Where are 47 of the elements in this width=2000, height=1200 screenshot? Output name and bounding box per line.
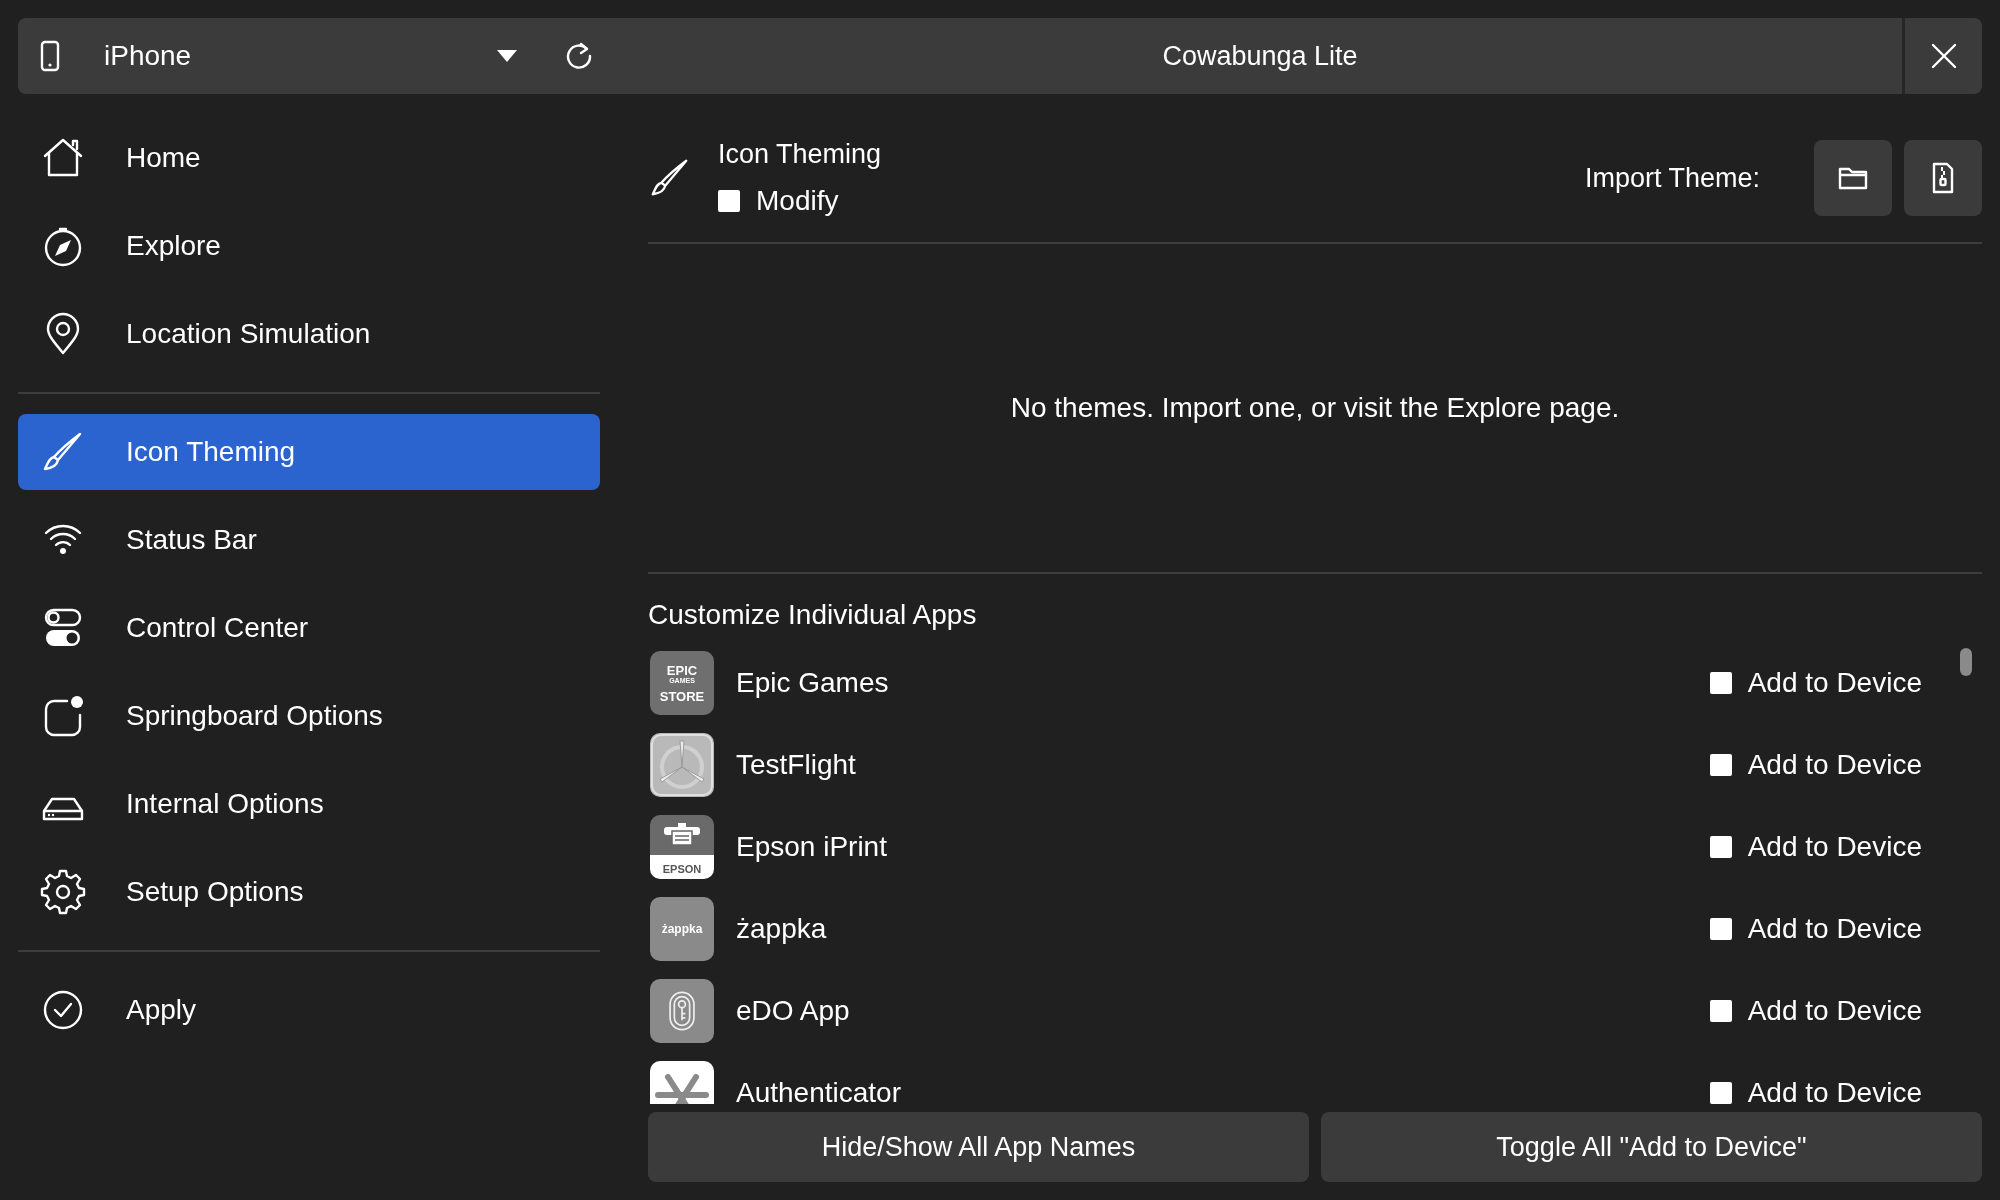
sidebar-item[interactable]: Status Bar bbox=[18, 502, 600, 578]
sidebar-item[interactable]: Icon Theming bbox=[18, 414, 600, 490]
app-name: eDO App bbox=[736, 994, 850, 1028]
zip-file-icon bbox=[1931, 162, 1955, 194]
icon-text: EPSON bbox=[662, 864, 702, 875]
sidebar-item[interactable]: Explore bbox=[18, 208, 600, 284]
add-to-device-checkbox[interactable]: Add to Device bbox=[1709, 908, 1922, 950]
action-button[interactable]: Hide/Show All App Names bbox=[648, 1112, 1309, 1182]
refresh-icon bbox=[564, 41, 594, 71]
phone-icon bbox=[40, 40, 60, 72]
add-to-device-checkbox[interactable]: Add to Device bbox=[1709, 826, 1922, 868]
icon-text: EPIC bbox=[666, 663, 698, 677]
folder-icon bbox=[1838, 165, 1868, 191]
scrollbar-thumb[interactable] bbox=[1960, 648, 1972, 676]
add-to-device-checkbox[interactable]: Add to Device bbox=[1709, 662, 1922, 704]
window-title: Cowabunga Lite bbox=[618, 18, 1905, 94]
device-dropdown[interactable]: iPhone bbox=[18, 18, 540, 94]
add-to-device-checkbox[interactable]: Add to Device bbox=[1709, 744, 1922, 786]
modify-checkbox[interactable]: Modify bbox=[718, 180, 882, 223]
add-to-device-checkbox[interactable]: Add to Device bbox=[1709, 1072, 1922, 1104]
app-name: Epson iPrint bbox=[736, 830, 887, 864]
sidebar-item[interactable]: Internal Options bbox=[18, 766, 600, 842]
add-to-device-checkbox[interactable]: Add to Device bbox=[1709, 990, 1922, 1032]
sidebar-item[interactable]: Setup Options bbox=[18, 854, 600, 930]
app-name: Authenticator bbox=[736, 1076, 901, 1104]
app-name: TestFlight bbox=[736, 748, 856, 782]
caret-down-icon bbox=[496, 49, 518, 63]
import-theme-label: Import Theme: bbox=[1584, 161, 1760, 195]
page-title: Icon Theming bbox=[718, 137, 882, 171]
sidebar-item[interactable]: Home bbox=[18, 120, 600, 196]
icon-text: STORE bbox=[659, 689, 705, 703]
sidebar-item[interactable]: Location Simulation bbox=[18, 296, 600, 372]
import-zip-button[interactable] bbox=[1904, 140, 1982, 216]
testflight-app-icon bbox=[650, 733, 714, 797]
sidebar-item[interactable]: Springboard Options bbox=[18, 678, 600, 754]
empty-message: No themes. Import one, or visit the Explore page. bbox=[648, 244, 1982, 574]
settings-icon bbox=[40, 869, 86, 915]
printer-drawing bbox=[662, 821, 702, 847]
sidebar-item[interactable]: Control Center bbox=[18, 590, 600, 666]
close-icon bbox=[1930, 43, 1957, 69]
section-title: Customize Individual Apps bbox=[648, 598, 978, 632]
app-name: żappka bbox=[736, 912, 827, 946]
app-name: Epic Games bbox=[736, 666, 889, 700]
icon-text: żappka bbox=[661, 923, 703, 935]
action-button[interactable]: Toggle All "Add to Device" bbox=[1321, 1112, 1982, 1182]
import-folder-button[interactable] bbox=[1814, 140, 1892, 216]
sidebar-item[interactable]: Apply bbox=[18, 972, 600, 1048]
